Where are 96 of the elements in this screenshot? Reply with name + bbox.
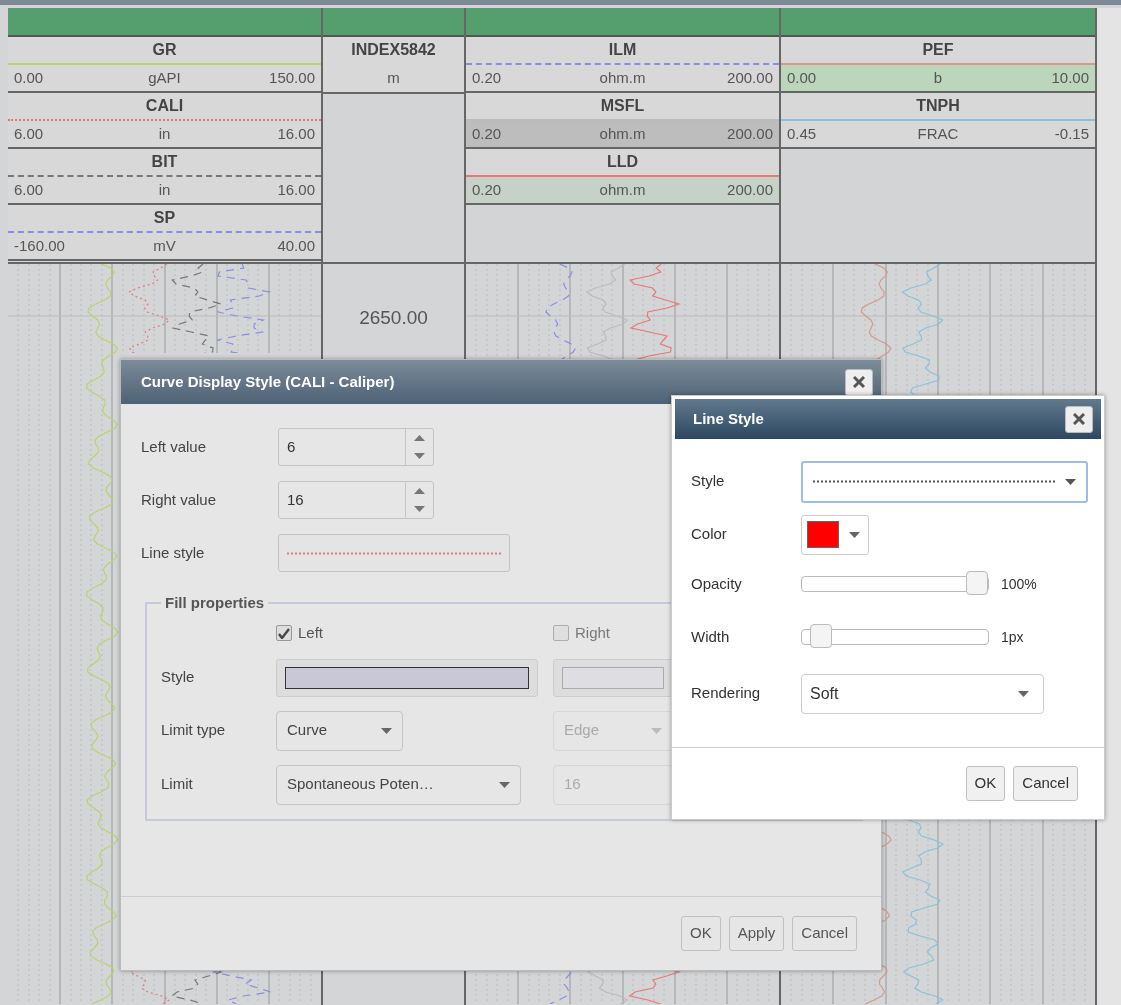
- field-label: Width: [690, 626, 731, 647]
- unit-label: in: [157, 179, 172, 200]
- scale-min: 0.00: [787, 67, 818, 88]
- scale-min: 0.00: [14, 67, 45, 88]
- dialog-title: Curve Display Style (CALI - Caliper): [141, 371, 395, 392]
- fill-style-field[interactable]: [276, 658, 538, 697]
- field-label: Opacity: [690, 573, 743, 594]
- scale-min: 6.00: [14, 179, 45, 200]
- up-arrow-icon: [414, 435, 425, 441]
- scale-max: 200.00: [726, 179, 773, 200]
- curve-name: BIT: [8, 149, 321, 177]
- curve-name: ILM: [466, 37, 779, 65]
- dropdown[interactable]: Spontaneous Poten…: [276, 764, 521, 805]
- scale-min: 0.20: [472, 67, 503, 88]
- caret-icon: [1065, 478, 1076, 485]
- curve-name: SP: [8, 205, 321, 233]
- scale-min: -160.00: [14, 235, 66, 256]
- field-label: Style: [161, 667, 196, 688]
- close-icon: [1073, 413, 1085, 425]
- dotted-line-icon: [813, 480, 1057, 483]
- unit-label: FRAC: [916, 123, 960, 144]
- dialog-title: Line Style: [693, 408, 764, 429]
- curve-name: CALI: [8, 93, 321, 121]
- caret-icon: [849, 531, 860, 538]
- slider-reading: 1px: [1001, 627, 1024, 647]
- close-button[interactable]: [1065, 405, 1093, 433]
- unit-label: ohm.m: [598, 179, 647, 200]
- slider-thumb[interactable]: [810, 624, 833, 648]
- scale-min: 0.20: [472, 123, 503, 144]
- curve-header[interactable]: BIT 6.00 in 16.00: [8, 149, 321, 205]
- field-label: Style: [690, 471, 726, 492]
- unit-label: m: [386, 67, 401, 88]
- unit-label: ohm.m: [598, 123, 647, 144]
- field-label: Left value: [141, 436, 208, 457]
- scale-max: 40.00: [276, 235, 315, 256]
- number-input[interactable]: 6: [279, 429, 405, 465]
- curve-header[interactable]: CALI 6.00 in 16.00: [8, 93, 321, 149]
- scale-min: 0.45: [787, 123, 818, 144]
- fill-style-field[interactable]: [553, 658, 673, 697]
- unit-label: in: [157, 123, 172, 144]
- field-label: Right value: [141, 489, 218, 510]
- caret-icon: [651, 727, 662, 734]
- close-button[interactable]: [845, 368, 873, 396]
- number-input[interactable]: 16: [279, 482, 405, 518]
- curve-header[interactable]: GR 0.00 gAPI 150.00: [8, 37, 321, 93]
- unit-label: ohm.m: [598, 67, 647, 88]
- scale-max: 10.00: [1050, 67, 1089, 88]
- curve-name: TNPH: [781, 93, 1095, 121]
- color-picker-button[interactable]: [801, 514, 869, 555]
- checkmark-icon: [278, 627, 290, 639]
- scale-max: 16.00: [276, 123, 315, 144]
- depth-label: 2650.00: [358, 306, 429, 330]
- scale-min: 0.20: [472, 179, 503, 200]
- unit-label: b: [932, 67, 944, 88]
- scale-max: 200.00: [726, 123, 773, 144]
- caret-icon: [1018, 690, 1029, 697]
- dropdown[interactable]: Soft: [801, 673, 1044, 714]
- scale-max: -0.15: [1053, 123, 1089, 144]
- curve-header[interactable]: SP -160.00 mV 40.00: [8, 205, 321, 261]
- group-legend: Fill properties: [161, 595, 269, 610]
- curve-name: GR: [8, 37, 321, 65]
- number-field[interactable]: 16: [278, 481, 434, 519]
- curve-header[interactable]: ILM 0.20 ohm.m 200.00: [466, 37, 779, 93]
- dialog-button[interactable]: Apply: [728, 916, 785, 951]
- scale-min: 6.00: [14, 123, 45, 144]
- scale-max: 16.00: [276, 179, 315, 200]
- dialog-button[interactable]: Cancel: [792, 916, 857, 951]
- dropdown[interactable]: Curve: [276, 710, 403, 751]
- caret-icon: [499, 781, 510, 788]
- scale-max: 200.00: [726, 67, 773, 88]
- down-arrow-icon: [414, 506, 425, 512]
- unit-label: mV: [152, 235, 177, 256]
- curve-header[interactable]: TNPH 0.45 FRAC -0.15: [781, 93, 1095, 149]
- field-label: Rendering: [690, 683, 762, 704]
- dotted-line-icon: [287, 551, 501, 555]
- dialog-button[interactable]: OK: [965, 766, 1006, 801]
- field-label: Line style: [141, 542, 206, 563]
- slider-thumb[interactable]: [966, 571, 988, 595]
- dialog-button[interactable]: OK: [681, 916, 721, 951]
- curve-header[interactable]: LLD 0.20 ohm.m 200.00: [466, 149, 779, 205]
- checkbox[interactable]: Left: [276, 622, 324, 645]
- caret-icon: [381, 727, 392, 734]
- curve-header[interactable]: PEF 0.00 b 10.00: [781, 37, 1095, 93]
- line-style-field[interactable]: [278, 534, 510, 572]
- number-field[interactable]: 6: [278, 428, 434, 466]
- slider-reading: 100%: [1001, 574, 1037, 594]
- field-label: Color: [690, 524, 728, 545]
- up-arrow-icon: [414, 488, 425, 494]
- curve-header[interactable]: MSFL 0.20 ohm.m 200.00: [466, 93, 779, 149]
- unit-label: gAPI: [147, 67, 182, 88]
- line-style-dropdown[interactable]: [801, 460, 1088, 503]
- close-icon: [853, 376, 865, 388]
- down-arrow-icon: [414, 453, 425, 459]
- dialog-button[interactable]: Cancel: [1013, 766, 1078, 801]
- scale-max: 150.00: [268, 67, 315, 88]
- curve-name: INDEX5842: [350, 40, 437, 60]
